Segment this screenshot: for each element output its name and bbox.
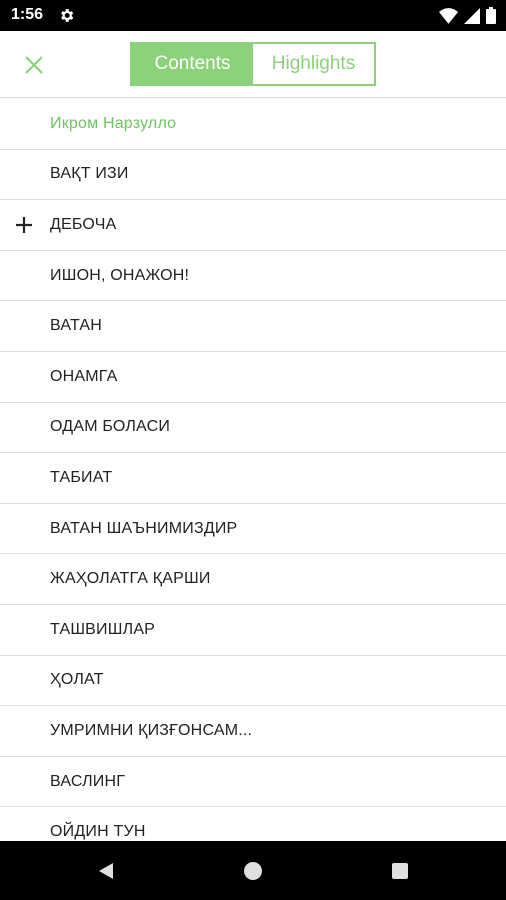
toc-item-label: ВАҚТ ИЗИ bbox=[50, 165, 129, 183]
toc-item[interactable]: ОЙДИН ТУН bbox=[0, 807, 506, 841]
toc-item-label: ВАСЛИНГ bbox=[50, 772, 126, 790]
toc-author-label: Икром Нарзулло bbox=[50, 114, 177, 132]
close-icon[interactable] bbox=[22, 53, 46, 77]
toc-item-label: ВАТАН bbox=[50, 317, 103, 335]
battery-icon bbox=[486, 7, 496, 24]
toc-item[interactable]: ОНАМГА bbox=[0, 352, 506, 403]
toc-header: Contents Highlights bbox=[0, 31, 506, 98]
plus-icon[interactable] bbox=[14, 215, 34, 235]
toc-item[interactable]: ВАТАН bbox=[0, 301, 506, 352]
tab-contents[interactable]: Contents bbox=[132, 44, 253, 84]
toc-item-label: ОДАМ БОЛАСИ bbox=[50, 418, 171, 436]
status-bar: 1:56 bbox=[0, 0, 506, 31]
toc-author[interactable]: Икром Нарзулло bbox=[0, 99, 506, 150]
toc-list: Икром Нарзулло ВАҚТ ИЗИ ДЕБОЧА ИШОН, ОНА… bbox=[0, 99, 506, 841]
toc-item-label: ВАТАН ШАЪНИМИЗДИР bbox=[50, 519, 238, 537]
toc-item[interactable]: ТАБИАТ bbox=[0, 453, 506, 504]
gear-icon bbox=[61, 9, 74, 22]
toc-item-label: УМРИМНИ ҚИЗҒОНСАМ... bbox=[50, 721, 253, 739]
home-icon[interactable] bbox=[243, 861, 263, 881]
status-time: 1:56 bbox=[11, 6, 44, 23]
toc-item[interactable]: ТАШВИШЛАР bbox=[0, 605, 506, 656]
toc-item-label: ЖАҲОЛАТГА ҚАРШИ bbox=[50, 570, 211, 588]
recents-icon[interactable] bbox=[390, 861, 410, 881]
tab-highlights[interactable]: Highlights bbox=[253, 44, 374, 84]
toc-item[interactable]: ОДАМ БОЛАСИ bbox=[0, 403, 506, 454]
status-icons bbox=[439, 7, 496, 24]
toc-item-label: ДЕБОЧА bbox=[50, 215, 117, 233]
toc-item-label: ОЙДИН ТУН bbox=[50, 823, 146, 841]
segmented-control: Contents Highlights bbox=[130, 42, 376, 86]
toc-item[interactable]: УМРИМНИ ҚИЗҒОНСАМ... bbox=[0, 706, 506, 757]
toc-item-label: ОНАМГА bbox=[50, 367, 118, 385]
toc-item[interactable]: ИШОН, ОНАЖОН! bbox=[0, 251, 506, 302]
toc-item[interactable]: ЖАҲОЛАТГА ҚАРШИ bbox=[0, 554, 506, 605]
toc-item[interactable]: ҲОЛАТ bbox=[0, 656, 506, 707]
navigation-bar bbox=[0, 841, 506, 900]
toc-item-label: ИШОН, ОНАЖОН! bbox=[50, 266, 190, 284]
toc-item[interactable]: ДЕБОЧА bbox=[0, 200, 506, 251]
back-icon[interactable] bbox=[96, 861, 116, 881]
toc-item-label: ҲОЛАТ bbox=[50, 671, 104, 689]
toc-item[interactable]: ВАТАН ШАЪНИМИЗДИР bbox=[0, 504, 506, 555]
wifi-icon bbox=[439, 7, 458, 24]
toc-item[interactable]: ВАСЛИНГ bbox=[0, 757, 506, 808]
toc-item-label: ТАШВИШЛАР bbox=[50, 620, 156, 638]
signal-icon bbox=[464, 7, 480, 24]
toc-item[interactable]: ВАҚТ ИЗИ bbox=[0, 150, 506, 201]
toc-item-label: ТАБИАТ bbox=[50, 468, 113, 486]
